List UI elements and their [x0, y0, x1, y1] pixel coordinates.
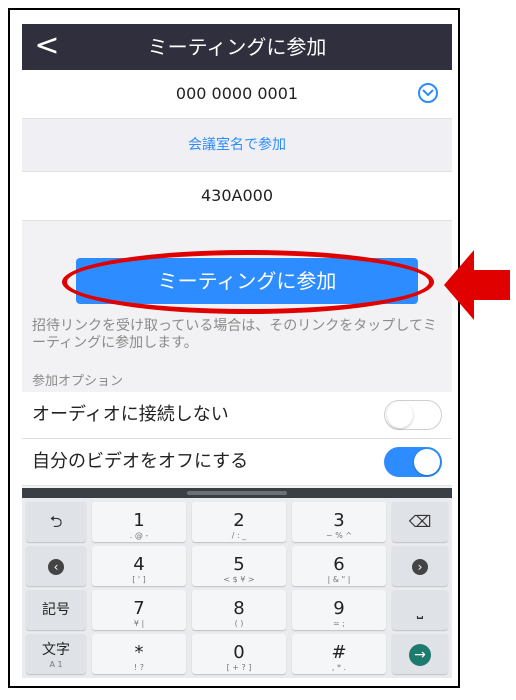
enter-icon: →	[392, 634, 448, 674]
symbols-key-label: 記号	[42, 602, 70, 618]
keyboard-handle[interactable]	[187, 491, 287, 495]
key-2-main: 2	[233, 510, 245, 531]
option-row-audio: オーディオに接続しない	[22, 392, 452, 439]
symbols-key[interactable]: 記号	[26, 590, 86, 630]
join-meeting-button[interactable]: ミーティングに参加	[76, 258, 418, 304]
key-1[interactable]: 1 . @ -	[92, 502, 186, 542]
title-bar: < ミーティングに参加	[22, 24, 452, 70]
screenshot-frame: < ミーティングに参加 000 0000 0001 会議室名で参加 430A00…	[8, 8, 460, 688]
join-with-room-row: 会議室名で参加	[22, 119, 452, 171]
cursor-left-key[interactable]: ‹	[26, 546, 86, 586]
key-7-sub: ¥ |	[133, 619, 145, 628]
key-3-main: 3	[333, 510, 345, 531]
key-4-sub: [ ' ]	[132, 575, 146, 584]
chevron-down-circle-icon[interactable]	[418, 83, 438, 103]
space-key[interactable]: ⎵	[392, 590, 448, 630]
meeting-id-input[interactable]: 000 0000 0001	[22, 70, 452, 118]
key-1-main: 1	[133, 510, 145, 531]
backspace-key[interactable]: ⌫	[392, 502, 448, 542]
display-name-input[interactable]: 430A000	[22, 172, 452, 220]
key-hash-main: #	[331, 642, 347, 663]
left-arrow-icon: ‹	[26, 546, 86, 586]
key-hash[interactable]: # , * .	[292, 634, 386, 674]
key-9-main: 9	[333, 598, 345, 619]
key-9[interactable]: 9 = ;	[292, 590, 386, 630]
undo-icon: ⮌	[49, 512, 63, 531]
key-5-main: 5	[233, 554, 245, 575]
toggle-knob	[387, 402, 413, 428]
key-6-sub: | & " |	[327, 575, 351, 584]
kana-key-label: 文字	[42, 642, 70, 658]
key-asterisk[interactable]: * ! ?	[92, 634, 186, 674]
undo-key[interactable]: ⮌	[26, 502, 86, 542]
audio-toggle[interactable]	[384, 400, 442, 430]
numeric-keyboard: ⮌ ‹ 記号 文字 A 1 1 . @ - 2 / : _ 3 ~ % ^ 4 …	[22, 488, 452, 678]
option-label-audio: オーディオに接続しない	[32, 404, 229, 425]
page-title: ミーティングに参加	[147, 35, 327, 59]
key-5[interactable]: 5 < $ ¥ >	[192, 546, 286, 586]
pointer-arrow-icon	[444, 250, 510, 320]
invite-link-hint: 招待リンクを受け取っている場合は、そのリンクをタップしてミーティングに参加します…	[32, 318, 437, 351]
key-3-sub: ~ % ^	[325, 531, 353, 540]
key-6[interactable]: 6 | & " |	[292, 546, 386, 586]
key-asterisk-main: *	[134, 642, 144, 663]
options-section-label: 参加オプション	[32, 374, 124, 389]
toggle-knob	[414, 449, 440, 475]
enter-key[interactable]: →	[392, 634, 448, 674]
key-5-sub: < $ ¥ >	[223, 575, 255, 584]
key-3[interactable]: 3 ~ % ^	[292, 502, 386, 542]
option-row-video: 自分のビデオをオフにする	[22, 439, 452, 486]
app-screen: < ミーティングに参加 000 0000 0001 会議室名で参加 430A00…	[22, 24, 452, 678]
key-7[interactable]: 7 ¥ |	[92, 590, 186, 630]
option-label-video: 自分のビデオをオフにする	[32, 451, 249, 472]
key-2-sub: / : _	[231, 531, 247, 540]
kana-key[interactable]: 文字 A 1	[26, 634, 86, 674]
join-with-room-link[interactable]: 会議室名で参加	[22, 119, 452, 171]
cursor-right-key[interactable]: ›	[392, 546, 448, 586]
space-icon: ⎵	[416, 600, 424, 619]
key-7-main: 7	[133, 598, 145, 619]
key-0-sub: [ + ? ]	[226, 663, 252, 672]
display-name-row[interactable]: 430A000	[22, 171, 452, 221]
backspace-icon: ⌫	[408, 512, 432, 531]
key-8-main: 8	[233, 598, 245, 619]
kana-key-sub: A 1	[49, 660, 63, 669]
video-toggle[interactable]	[384, 447, 442, 477]
keyboard-top-bar	[22, 488, 452, 498]
key-9-sub: = ;	[333, 619, 345, 628]
key-hash-sub: , * .	[331, 663, 347, 672]
key-0-main: 0	[233, 642, 245, 663]
key-asterisk-sub: ! ?	[134, 663, 144, 672]
meeting-id-row[interactable]: 000 0000 0001	[22, 70, 452, 119]
key-6-main: 6	[333, 554, 345, 575]
key-4-main: 4	[133, 554, 145, 575]
key-8-sub: ( )	[234, 619, 244, 628]
key-0[interactable]: 0 [ + ? ]	[192, 634, 286, 674]
key-1-sub: . @ -	[129, 531, 149, 540]
key-2[interactable]: 2 / : _	[192, 502, 286, 542]
right-arrow-icon: ›	[392, 546, 448, 586]
key-4[interactable]: 4 [ ' ]	[92, 546, 186, 586]
key-8[interactable]: 8 ( )	[192, 590, 286, 630]
